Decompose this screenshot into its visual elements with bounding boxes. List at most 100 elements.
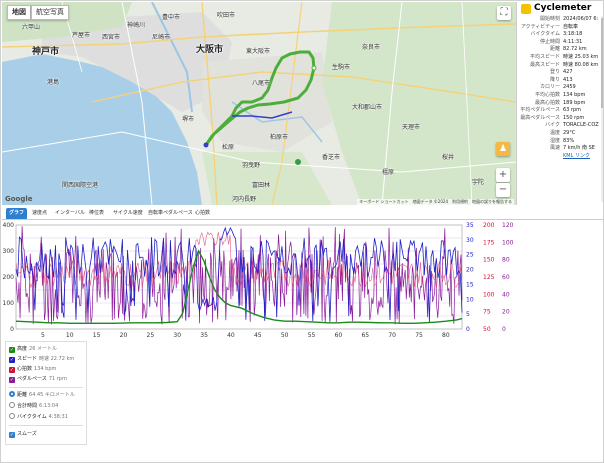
kml-link[interactable]: KML リンク [563,153,590,161]
map-attribution[interactable]: キーボード ショートカット 地図データ ©2024 利用規約 地図の誤りを報告す… [357,199,514,205]
info-header: Cyclemeter [517,2,603,16]
x-tick-label: 35 [200,332,208,339]
streetview-pegman-button[interactable]: ♟ [496,142,510,156]
info-key: 風速 [549,145,560,152]
map-label: 柏原市 [270,134,289,141]
checkbox-checked-icon[interactable]: ✓ [9,432,15,438]
x-tick-label: 75 [415,332,423,339]
legend-smooth[interactable]: ✓ スムーズ [9,430,37,438]
info-value: 150 rpm [563,114,585,121]
route-map[interactable]: 神戸市 大阪市 東大阪市 八尾市 尼崎市 西宮市 豊中市 吹田市 芦屋市 堺市 … [2,2,516,205]
info-row: 登り 427 [517,69,603,77]
route-start-marker[interactable] [203,142,209,148]
chart-tabs: グラフ 速度点 インターバル 棒位表 サイクル速度 自転車ペダルペース 心拍数 [2,206,603,220]
info-row: 最高スピード 時速 80.08 km [517,62,603,70]
info-key: 温度 [549,129,560,136]
tab-3[interactable]: 棒位表 [86,208,107,219]
info-row: 最高心拍数 189 bpm [517,100,603,108]
info-key: 降り [549,76,560,83]
tab-1[interactable]: 速度点 [29,208,50,219]
kml-row: KML リンク [517,153,603,161]
radio-icon[interactable] [9,413,15,419]
zoom-in-button[interactable]: + [496,168,510,182]
info-value: 134 bpm [563,91,586,98]
x-tick-label: 20 [120,332,128,339]
maptype-satellite-button[interactable]: 航空写真 [31,5,69,20]
maptype-map-button[interactable]: 地図 [7,5,31,20]
google-logo: Google [5,195,33,203]
y-left-tick-label: 400 [3,222,15,229]
y-cadence-tick-label: 120 [502,222,514,229]
x-tick-label: 55 [308,332,316,339]
y-left-tick-label: 0 [10,326,14,333]
info-row: 距離 82.72 km [517,46,603,54]
fullscreen-icon: ⛶ [500,7,508,18]
info-row: 平均スピード 時速 25.03 km [517,53,603,62]
map-label: 生駒市 [332,64,351,71]
map-label: 大阪市 [196,45,224,55]
x-tick-label: 5 [41,332,45,339]
y-heart-tick-label: 50 [483,326,491,333]
checkbox-checked-icon[interactable]: ✓ [9,357,15,363]
map-label: 吹田市 [217,12,236,19]
y-left-tick-label: 300 [3,248,15,255]
legend-cadence[interactable]: ✓ ペダルペース 71 rpm [9,375,67,383]
legend-axis-total-time[interactable]: 合計時間 6:13:04 [9,402,58,410]
legend-axis-bike-time[interactable]: バイクタイム 4:38:31 [9,413,68,421]
info-rows: 開始時刻 2024/06/07 6: アクティビティー 自転車 バイクタイム 3:18:1… [517,16,603,153]
checkbox-checked-icon[interactable]: ✓ [9,377,15,383]
tab-0[interactable]: グラフ [6,208,28,219]
legend-speed[interactable]: ✓ スピード 時速 22.72 km [9,355,74,363]
map-label: 東大阪市 [246,48,271,55]
x-tick-label: 60 [335,332,343,339]
map-label: 神戸市 [32,47,60,57]
chart-svg[interactable]: 40030020010005 10 15 20 25 30 35 40 45 50 55 60 65 70… [2,221,604,339]
info-key: カロリー [539,84,560,91]
ride-chart[interactable]: 400 300 200 100 0 5 10 15 20 25 30 35 40 45 50 55 60 65 70… [2,221,604,339]
x-tick-label: 45 [254,332,262,339]
checkbox-checked-icon[interactable]: ✓ [9,367,15,373]
info-row: バイク TORACLE-COZ [517,122,603,130]
info-row: 最高ペダルペース 150 rpm [517,114,603,123]
radio-selected-icon[interactable] [9,391,15,397]
map-label: 桜井 [442,154,455,161]
tab-6[interactable]: 心拍数 [192,208,213,219]
x-tick-label: 25 [147,332,155,339]
info-key: 平均スピード [529,53,560,60]
y-speed-tick-label: 35 [466,222,474,229]
map-label: 堺市 [182,116,195,123]
info-value: 63 rpm [563,107,582,114]
info-key: バイク [545,122,560,129]
map-label: 尼崎市 [152,34,171,41]
info-key: 開始時刻 [539,16,560,22]
y-left-tick-label: 200 [3,274,15,281]
y-speed-tick-label: 20 [466,267,474,274]
tab-4[interactable]: サイクル速度 [110,208,146,219]
info-value: 7 km/h 南 SE [563,145,595,152]
info-value: 413 [563,76,573,83]
map-label: 富田林 [252,182,271,189]
radio-icon[interactable] [9,402,15,408]
info-value: 29°C [563,129,576,136]
map-label: 六甲山 [22,24,41,31]
legend-heart-rate[interactable]: ✓ 心拍数 134 bpm [9,365,56,373]
x-tick-label: 10 [66,332,74,339]
y-heart-tick-label: 175 [483,239,495,246]
map-label: 香芝市 [322,154,341,161]
info-value: 83% [563,137,575,144]
checkbox-checked-icon[interactable]: ✓ [9,347,15,353]
legend-axis-distance[interactable]: 距離 64.45 キロメートル [9,391,75,399]
tab-2[interactable]: インターバル [52,208,88,219]
zoom-out-button[interactable]: − [496,183,510,197]
x-tick-label: 80 [442,332,450,339]
cyclemeter-logo-icon [521,4,531,14]
y-speed-tick-label: 15 [466,281,474,288]
fullscreen-button[interactable]: ⛶ [497,6,511,20]
legend-elevation[interactable]: ✓ 高度 26 メートル [9,345,57,353]
tab-5[interactable]: 自転車ペダルペース [145,208,196,219]
y-cadence-tick-label: 60 [502,274,510,281]
map-label: 天理市 [402,124,421,131]
pegman-icon: ♟ [498,144,508,154]
info-key: 湿度 [549,137,560,144]
map-label: 河内長野 [232,196,257,203]
